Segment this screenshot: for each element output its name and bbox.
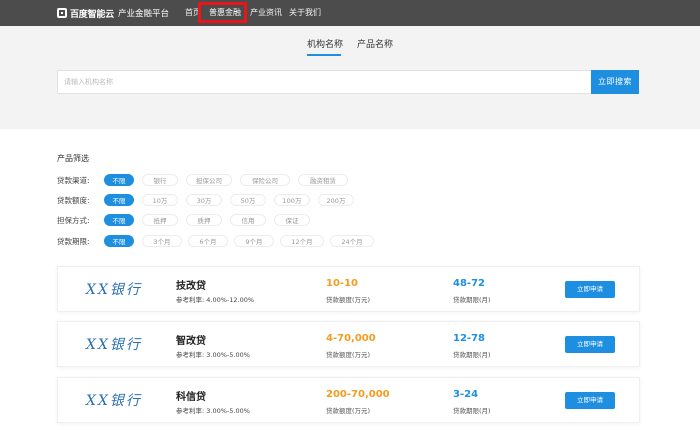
filter-option-amount-50[interactable]: 50万	[230, 194, 266, 206]
filter-label-channel: 贷款渠道:	[57, 176, 90, 185]
search-section: 机构名称 产品名称 请输入机构名称 立即搜索	[0, 26, 700, 129]
filter-option-bank[interactable]: 银行	[142, 174, 178, 186]
loan-amount: 4-70,000	[326, 333, 376, 344]
bank-logo: XX银行	[86, 337, 142, 353]
filter-option-guarantee-any[interactable]: 不限	[104, 214, 134, 226]
logo[interactable]: 百度智能云 产业金融平台	[57, 6, 169, 20]
product-card: XX银行 科信贷 参考利率: 3.00%-5.00% 200-70,000 贷款…	[57, 377, 640, 423]
loan-amount: 10-10	[326, 278, 358, 289]
loan-amount-label: 贷款额度(万元)	[326, 296, 371, 304]
tab-product-name[interactable]: 产品名称	[357, 37, 393, 50]
filter-label-guarantee: 担保方式:	[57, 216, 90, 225]
filter-title: 产品筛选	[57, 154, 89, 163]
filter-label-term: 贷款期限:	[57, 237, 90, 246]
filter-option-amount-30[interactable]: 30万	[186, 194, 222, 206]
highlight-box	[198, 2, 247, 23]
product-rate: 参考利率: 3.00%-5.00%	[176, 351, 250, 359]
loan-term-label: 贷款期限(月)	[453, 296, 491, 304]
apply-button[interactable]: 立即申请	[565, 392, 615, 409]
loan-term: 48-72	[453, 278, 485, 289]
search-button[interactable]: 立即搜索	[591, 70, 639, 94]
top-nav: 百度智能云 产业金融平台 首页 普惠金融 产业资讯 关于我们	[0, 0, 700, 26]
bank-logo: XX银行	[86, 393, 142, 409]
filter-option-amount-200[interactable]: 200万	[318, 194, 354, 206]
cloud-logo-icon	[57, 8, 67, 18]
filter-option-guarantee-company[interactable]: 担保公司	[186, 174, 232, 186]
filter-option-amount-any[interactable]: 不限	[104, 194, 134, 206]
filter-option-channel-any[interactable]: 不限	[104, 174, 134, 186]
product-name[interactable]: 技改贷	[176, 277, 206, 292]
filter-option-term-12[interactable]: 12个月	[280, 235, 324, 247]
filter-option-insurance-company[interactable]: 保险公司	[240, 174, 290, 186]
nav-item-news[interactable]: 产业资讯	[250, 7, 282, 18]
filter-option-amount-100[interactable]: 100万	[274, 194, 310, 206]
filter-option-financial-leasing[interactable]: 融资租赁	[298, 174, 348, 186]
loan-term-label: 贷款期限(月)	[453, 351, 491, 359]
product-rate: 参考利率: 4.00%-12.00%	[176, 296, 255, 304]
product-name[interactable]: 智改贷	[176, 332, 206, 347]
filter-option-term-9[interactable]: 9个月	[234, 235, 274, 247]
logo-brand: 百度智能云	[70, 9, 115, 20]
loan-term: 12-78	[453, 333, 485, 344]
filter-option-amount-10[interactable]: 10万	[142, 194, 178, 206]
loan-term: 3-24	[453, 389, 479, 400]
bank-logo: XX银行	[86, 282, 142, 298]
logo-subtitle: 产业金融平台	[118, 9, 170, 19]
filter-option-term-any[interactable]: 不限	[104, 235, 134, 247]
filter-option-credit[interactable]: 信用	[230, 214, 266, 226]
loan-term-label: 贷款期限(月)	[453, 407, 491, 415]
search-input[interactable]: 请输入机构名称	[57, 70, 591, 94]
filter-option-mortgage[interactable]: 抵押	[142, 214, 178, 226]
filter-option-term-3[interactable]: 3个月	[142, 235, 182, 247]
active-tab-underline	[307, 54, 341, 56]
loan-amount-label: 贷款额度(万元)	[326, 407, 371, 415]
loan-amount-label: 贷款额度(万元)	[326, 351, 371, 359]
filter-option-surety[interactable]: 保证	[274, 214, 310, 226]
apply-button[interactable]: 立即申请	[565, 336, 615, 353]
product-card: XX银行 技改贷 参考利率: 4.00%-12.00% 10-10 贷款额度(万…	[57, 266, 640, 312]
product-rate: 参考利率: 3.00%-5.00%	[176, 407, 250, 415]
loan-amount: 200-70,000	[326, 389, 390, 400]
filter-label-amount: 贷款额度:	[57, 196, 90, 205]
nav-item-about[interactable]: 关于我们	[289, 7, 321, 18]
filter-option-term-24[interactable]: 24个月	[330, 235, 374, 247]
filter-option-term-6[interactable]: 6个月	[188, 235, 228, 247]
apply-button[interactable]: 立即申请	[565, 281, 615, 298]
product-name[interactable]: 科信贷	[176, 388, 206, 403]
product-card: XX银行 智改贷 参考利率: 3.00%-5.00% 4-70,000 贷款额度…	[57, 321, 640, 367]
tab-institution-name[interactable]: 机构名称	[307, 37, 343, 50]
filter-option-pledge[interactable]: 质押	[186, 214, 222, 226]
